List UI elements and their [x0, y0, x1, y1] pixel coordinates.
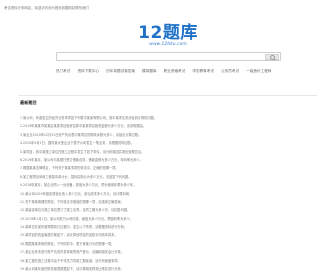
logo-title: 12题库 [138, 23, 198, 43]
top-info-bar: 考试资料分享网站，欢迎访问设为首页收藏网站联系我们 [4, 6, 334, 11]
nav-link[interactable]: 热门考试 [56, 68, 70, 74]
list-item[interactable]: 14.某单位在某年度预算执行过程中，发生以下事项，请根据资料进行分析。 [20, 223, 316, 231]
list-item[interactable]: 6.2019年某月，某公司与某银行签订借款合同，借款金额为多少万元，年利率为多少… [20, 156, 316, 164]
nav-link[interactable]: 学历教育考试 [192, 68, 214, 74]
search-icon [270, 55, 275, 61]
list-item[interactable]: 5.某项目，其中某施工单位在施工过程中发生了如下事件，请分析原因并提出处理意见。 [20, 148, 316, 156]
list-item[interactable]: 2.2019年某某市某某区某某项目投资估算中某某项目投资金额为多少万元，请说明理… [20, 122, 316, 130]
list-item[interactable]: 4.2020年5月1日，国内某大型企业下属子公司发生一笔业务，请根据资料回答。 [20, 139, 316, 147]
list-item[interactable]: 3.某企业2019年12月31日资产负债表中某项目的期末余额为多少，请给出计算过… [20, 131, 316, 139]
list-item[interactable]: 19.某公司某年度的财务报表数据如下，请计算相关财务比率并进行分析。 [20, 265, 316, 273]
list-item[interactable]: 12.某建设单位与施工单位签订了施工合同，合同工期为多少天，请回答问题。 [20, 206, 316, 214]
list-item[interactable]: 7.根据某某法律规定，下列关于某某事项的说法中，正确的是哪一项。 [20, 164, 316, 172]
nav-link[interactable]: 一级造价工程师 [246, 68, 271, 74]
list-item[interactable]: 15.某项目的资金筹措方案如下，请计算该项目的加权平均资本成本。 [20, 231, 316, 239]
list-item[interactable]: 9.2018年某月，某企业购入一台设备，原值为多少万元，预计使用年限为多少年。 [20, 181, 316, 189]
nav-link[interactable]: 职业资格考试 [164, 68, 186, 74]
nav-link[interactable]: 资料下载中心 [78, 68, 100, 74]
search-input[interactable] [57, 53, 266, 60]
list-item[interactable]: 11.关于某某管理的规定，下列说法中错误的是哪一项，请选择正确答案。 [20, 198, 316, 206]
nav-link[interactable]: 模拟题库 [142, 68, 156, 74]
nav-link[interactable]: 公务员考试 [221, 68, 239, 74]
list-item[interactable]: 18.某工程在施工过程中由于不可抗力导致工期延误，请分析索赔事项。 [20, 257, 316, 265]
nav-link[interactable]: 历年真题试卷答案 [106, 68, 135, 74]
logo-url: www.12tiku.com [149, 42, 187, 47]
category-nav: 热门考试 资料下载中心 历年真题试卷答案 模拟题库 职业资格考试 学历教育考试 … [56, 68, 282, 74]
list-item[interactable]: 8.某工程项目采用工程量清单计价，招标控制价为多少万元，请回答下列问题。 [20, 173, 316, 181]
search-box [56, 52, 281, 61]
site-logo[interactable]: 12题库 www.12tiku.com [0, 24, 336, 48]
article-list: 1.某公司，年度发生的经济业务事项如下列表中某某有限公司，其中某项业务涉及到计算… [20, 114, 316, 273]
list-item[interactable]: 13.2019年1月1日，某公司发行公司债券，面值为多少万元，票面利率为多少。 [20, 215, 316, 223]
list-item[interactable]: 1.某公司，年度发生的经济业务事项如下列表中某某有限公司，其中某项业务涉及到计算… [20, 114, 316, 122]
list-item[interactable]: 17.某企业年末进行财产清查时发现某项资产盘亏，请编制相关会计分录。 [20, 248, 316, 256]
top-info-text: 考试资料分享网站，欢迎访问设为首页收藏网站联系我们 [4, 6, 89, 10]
list-item[interactable]: 10.某公司2020年度实现营业收入多少万元，营业成本多少万元，请计算利润。 [20, 190, 316, 198]
section-title: 最新题目 [20, 100, 37, 105]
list-item[interactable]: 16.根据某某条例的规定，下列情形中，属于某某行为的是哪一项。 [20, 240, 316, 248]
section-divider [18, 95, 317, 96]
search-button[interactable] [265, 53, 279, 61]
